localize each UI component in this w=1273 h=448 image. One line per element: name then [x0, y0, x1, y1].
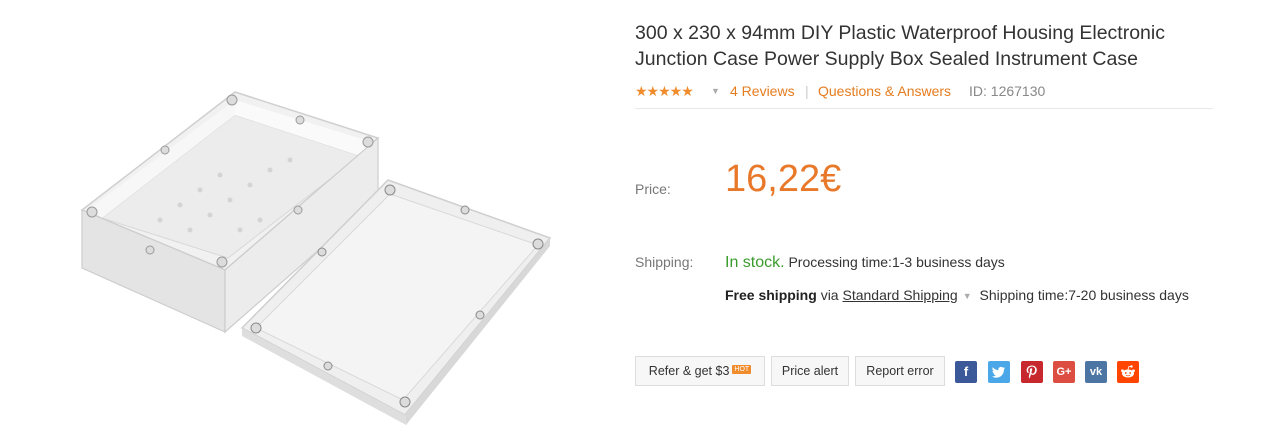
pinterest-icon	[1026, 365, 1037, 379]
refer-button[interactable]: Refer & get $3 HOT	[635, 356, 765, 386]
reddit-icon	[1121, 365, 1135, 378]
facebook-share-button[interactable]: f	[955, 361, 977, 383]
twitter-share-button[interactable]	[988, 361, 1010, 383]
reddit-share-button[interactable]	[1117, 361, 1139, 383]
facebook-icon: f	[963, 364, 969, 379]
divider: |	[805, 83, 809, 99]
in-stock-text: In stock.	[725, 254, 785, 271]
refer-button-label: Refer & get $3	[648, 364, 730, 378]
rating-stars-icon[interactable]: ★★★★★	[635, 83, 694, 100]
via-text: via	[820, 287, 839, 303]
questions-answers-link[interactable]: Questions & Answers	[818, 83, 951, 99]
googleplus-share-button[interactable]: G+	[1053, 361, 1075, 383]
price-value: 16,22€	[725, 158, 842, 200]
vk-share-button[interactable]: vk	[1085, 361, 1107, 383]
reviews-link[interactable]: 4 Reviews	[730, 83, 795, 99]
twitter-icon	[992, 366, 1005, 378]
product-id: ID: 1267130	[969, 83, 1046, 99]
shipping-label: Shipping:	[635, 254, 694, 270]
chevron-down-icon[interactable]: ▼	[711, 86, 720, 96]
processing-time: Processing time:1-3 business days	[788, 254, 1005, 270]
pinterest-share-button[interactable]	[1021, 361, 1043, 383]
googleplus-icon: G+	[1056, 366, 1072, 378]
rating-row: ★★★★★ ▼ 4 Reviews | Questions & Answers …	[635, 83, 1213, 109]
product-title: 300 x 230 x 94mm DIY Plastic Waterproof …	[635, 22, 1165, 70]
chevron-down-icon[interactable]: ▼	[963, 291, 972, 301]
report-error-button[interactable]: Report error	[855, 356, 945, 386]
shipping-time: Shipping time:7-20 business days	[979, 287, 1189, 303]
hot-badge: HOT	[732, 365, 752, 375]
shipping-method: Free shipping via Standard Shipping ▼ Shi…	[725, 287, 1189, 303]
shipping-method-select[interactable]: Standard Shipping	[842, 287, 957, 303]
free-shipping-text: Free shipping	[725, 287, 817, 303]
price-alert-button[interactable]: Price alert	[771, 356, 849, 386]
stock-status: In stock. Processing time:1-3 business d…	[725, 254, 1005, 272]
price-label: Price:	[635, 181, 671, 197]
product-image[interactable]	[60, 70, 580, 440]
vk-icon: vk	[1089, 366, 1103, 378]
